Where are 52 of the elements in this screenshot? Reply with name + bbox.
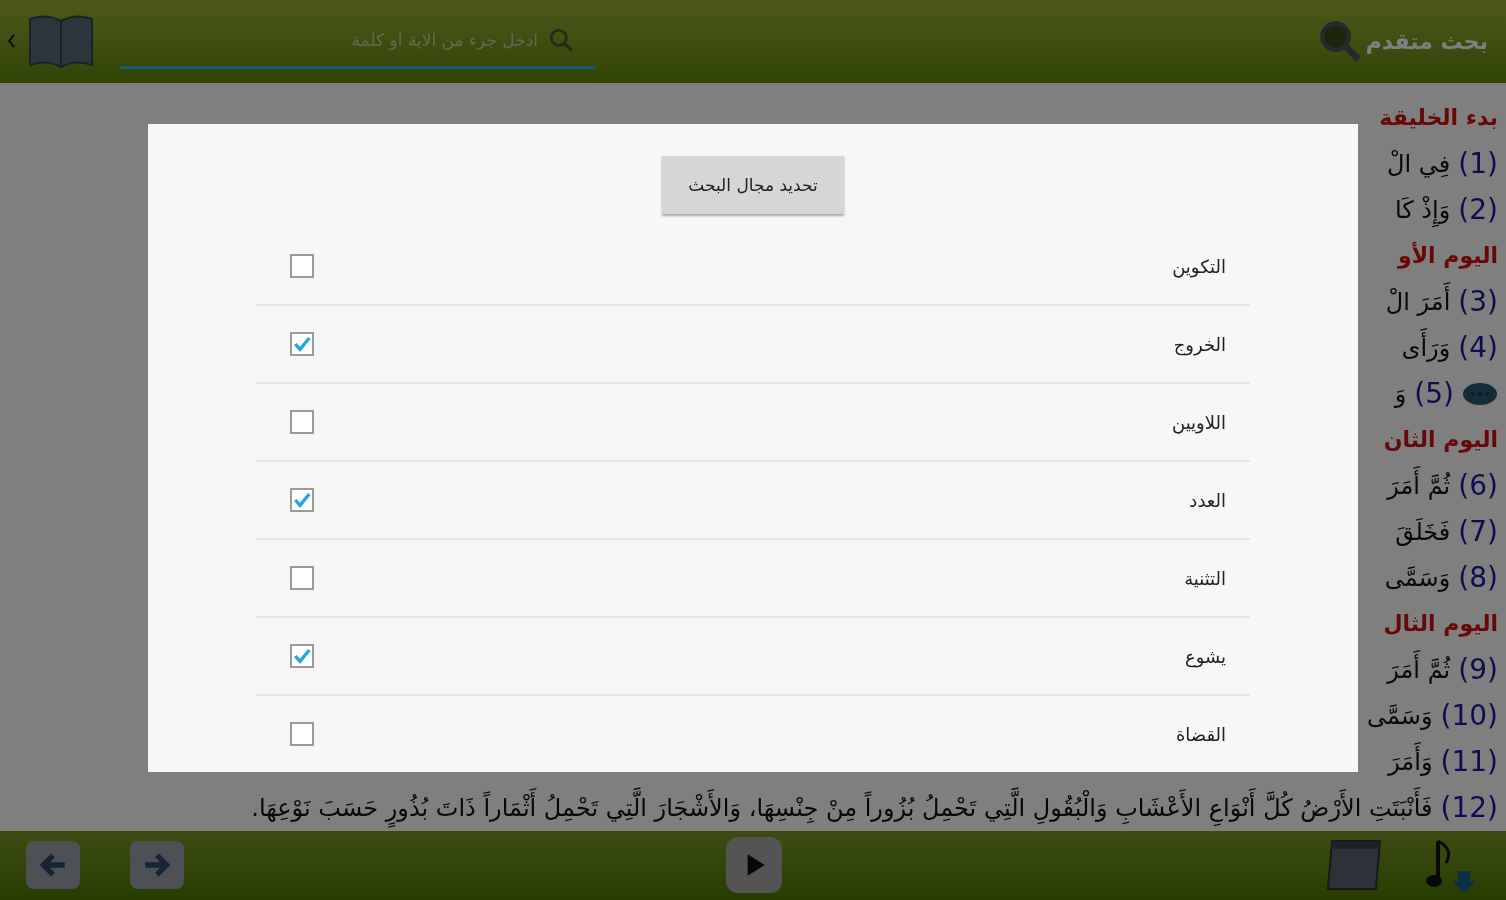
verse-text: فَأَنْبَتَتِ الأَرْضُ كُلَّ أَنْوَاعِ الأَعْشَابِ وَالْبُقُولِ الَّتِي تَحْمِلُ بُزُوراً مِنْ جِنْسِهَا، وَالأَشْجَارَ الَّتِي تَحْمِلُ أَثْمَاراً ذَاتَ بُذُورٍ حَسَبَ نَوْعِهَا.: [251, 784, 1433, 831]
verse-text: فَخَلَقَ: [1395, 516, 1451, 548]
verse-text: ثُمَّ أَمَرَ: [1387, 646, 1451, 693]
section-heading: اليوم الثال: [1383, 609, 1498, 639]
checkbox[interactable]: [290, 410, 314, 434]
section-heading: اليوم الأو: [1398, 241, 1498, 271]
forward-button[interactable]: [130, 841, 184, 890]
book-icon[interactable]: [28, 13, 94, 70]
verse-number: (6): [1458, 467, 1498, 504]
speech-bubble-icon[interactable]: [1462, 381, 1498, 406]
verse-number: (8): [1458, 559, 1498, 596]
book-row[interactable]: العدد: [256, 462, 1250, 540]
verse-text: وَسَمَّى: [1366, 700, 1433, 732]
verse-text: وَرَأَى: [1401, 324, 1451, 371]
verse-number: (5): [1414, 375, 1454, 412]
checkbox[interactable]: [290, 254, 314, 278]
book-row[interactable]: الخروج: [256, 306, 1250, 384]
search-scope-button[interactable]: تحديد مجال البحث: [662, 156, 844, 214]
verse-text: فِي الْ: [1387, 148, 1451, 180]
book-row[interactable]: اللاويين: [256, 384, 1250, 462]
section-heading: اليوم الثان: [1383, 425, 1498, 455]
checkbox[interactable]: [290, 722, 314, 746]
verse-number: (10): [1440, 697, 1498, 734]
checkbox[interactable]: [290, 488, 314, 512]
back-button[interactable]: [26, 841, 80, 890]
verse-number: (11): [1440, 743, 1498, 780]
verse-number: (12): [1440, 789, 1498, 826]
checkbox[interactable]: [290, 332, 314, 356]
verse-number: (1): [1458, 145, 1498, 182]
checkbox[interactable]: [290, 644, 314, 668]
verse-number: (7): [1458, 513, 1498, 550]
verse-number: (2): [1458, 191, 1498, 228]
verse-number: (9): [1458, 651, 1498, 688]
search-field[interactable]: ادخل جزء من الاية او كلمة: [142, 28, 540, 51]
verse-text: ثُمَّ أَمَرَ: [1387, 462, 1451, 509]
book-row[interactable]: التكوين: [256, 228, 1250, 306]
search-icon: [548, 26, 574, 53]
checkbox[interactable]: [290, 566, 314, 590]
verse-text: أَمَرَ الْ: [1385, 278, 1451, 325]
play-button[interactable]: [726, 837, 782, 894]
verse-text: وَأَمَرَ: [1388, 738, 1433, 785]
verse-text: وَ: [1394, 378, 1407, 410]
book-row[interactable]: القضاة: [256, 696, 1250, 772]
verse-number: (3): [1458, 283, 1498, 320]
section-heading: بدء الخليقة: [1379, 103, 1498, 132]
book-row[interactable]: يشوع: [256, 618, 1250, 696]
verse-text: وَإِذْ كَا: [1395, 186, 1451, 233]
chevron-left-icon[interactable]: [8, 34, 16, 49]
search-icon: [1317, 19, 1362, 64]
book-row[interactable]: التثنية: [256, 540, 1250, 618]
verse-text: وَسَمَّى: [1384, 562, 1451, 594]
verse-number: (4): [1458, 329, 1498, 366]
